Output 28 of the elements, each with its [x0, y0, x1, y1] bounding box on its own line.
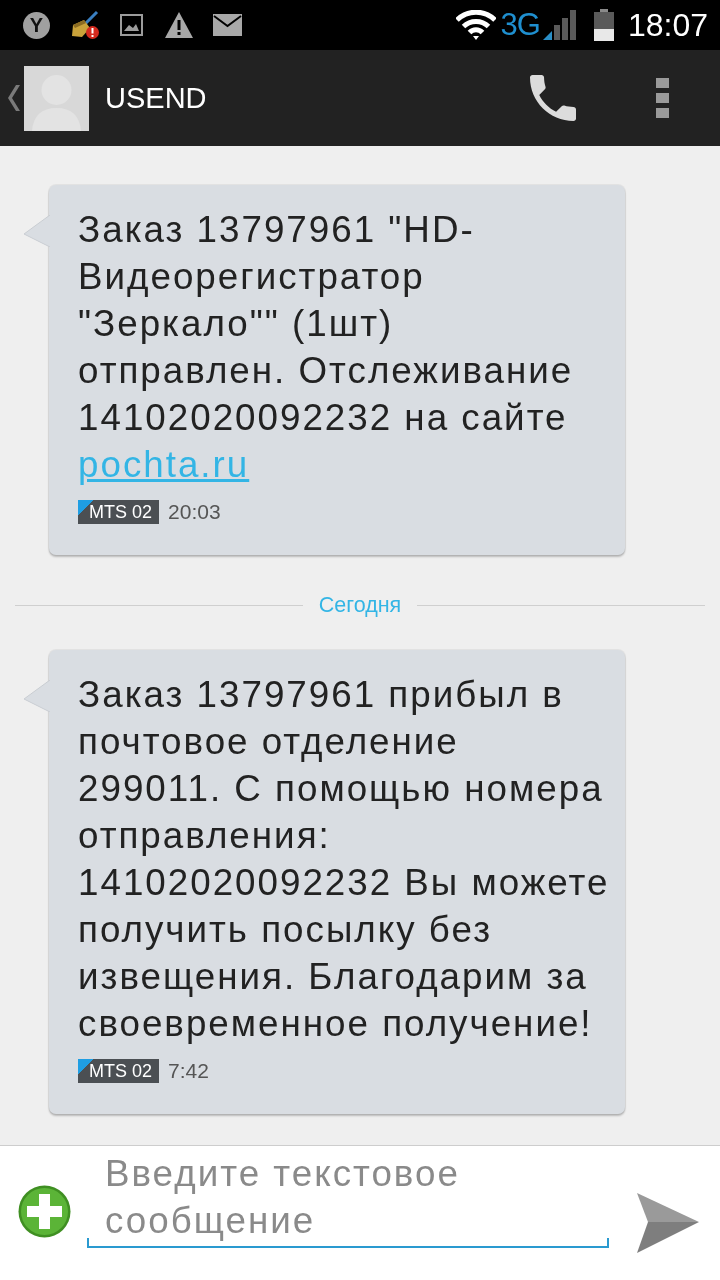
- mail-icon: [213, 14, 242, 36]
- call-button[interactable]: [530, 75, 576, 121]
- sim-badge: MTS 02: [78, 1059, 160, 1083]
- date-label: Сегодня: [318, 593, 402, 617]
- message-text: Заказ 13797961 "HD-Видеорегистратор "Зеркало"" (1шт) отправлен. Отслеживание 14102020092232 на сайте pochta.ru: [78, 208, 575, 487]
- status-time: 18:07: [627, 6, 708, 44]
- wifi-icon: [455, 10, 496, 40]
- send-icon: [637, 1193, 699, 1253]
- sim-badge: MTS 02: [78, 500, 160, 524]
- overflow-menu-button[interactable]: [656, 78, 669, 118]
- send-button[interactable]: [637, 1193, 699, 1253]
- plus-icon: [18, 1185, 71, 1238]
- signal-icon: [542, 10, 577, 40]
- message-text: Заказ 13797961 прибыл в почтовое отделение 299011. С помощью номера отправления: 14102020092232 Вы можете получить посылку без извещения. Благодарим за своевременное получение!: [78, 673, 611, 1046]
- message-time: 7:42: [168, 1059, 209, 1083]
- link[interactable]: pochta.ru: [78, 444, 250, 485]
- broom-alert-icon: [70, 10, 100, 40]
- contact-name: USEND: [105, 81, 207, 115]
- battery-icon: [593, 9, 614, 41]
- attach-button[interactable]: [18, 1185, 71, 1238]
- phone-icon: [530, 75, 576, 121]
- app-letter-icon: Y: [23, 11, 50, 39]
- network-type: 3G: [500, 7, 540, 43]
- back-chevron-icon[interactable]: [8, 85, 20, 111]
- image-icon: [120, 14, 143, 36]
- message-time: 20:03: [168, 500, 221, 524]
- overflow-menu-icon: [656, 78, 669, 118]
- warning-icon: [165, 12, 193, 38]
